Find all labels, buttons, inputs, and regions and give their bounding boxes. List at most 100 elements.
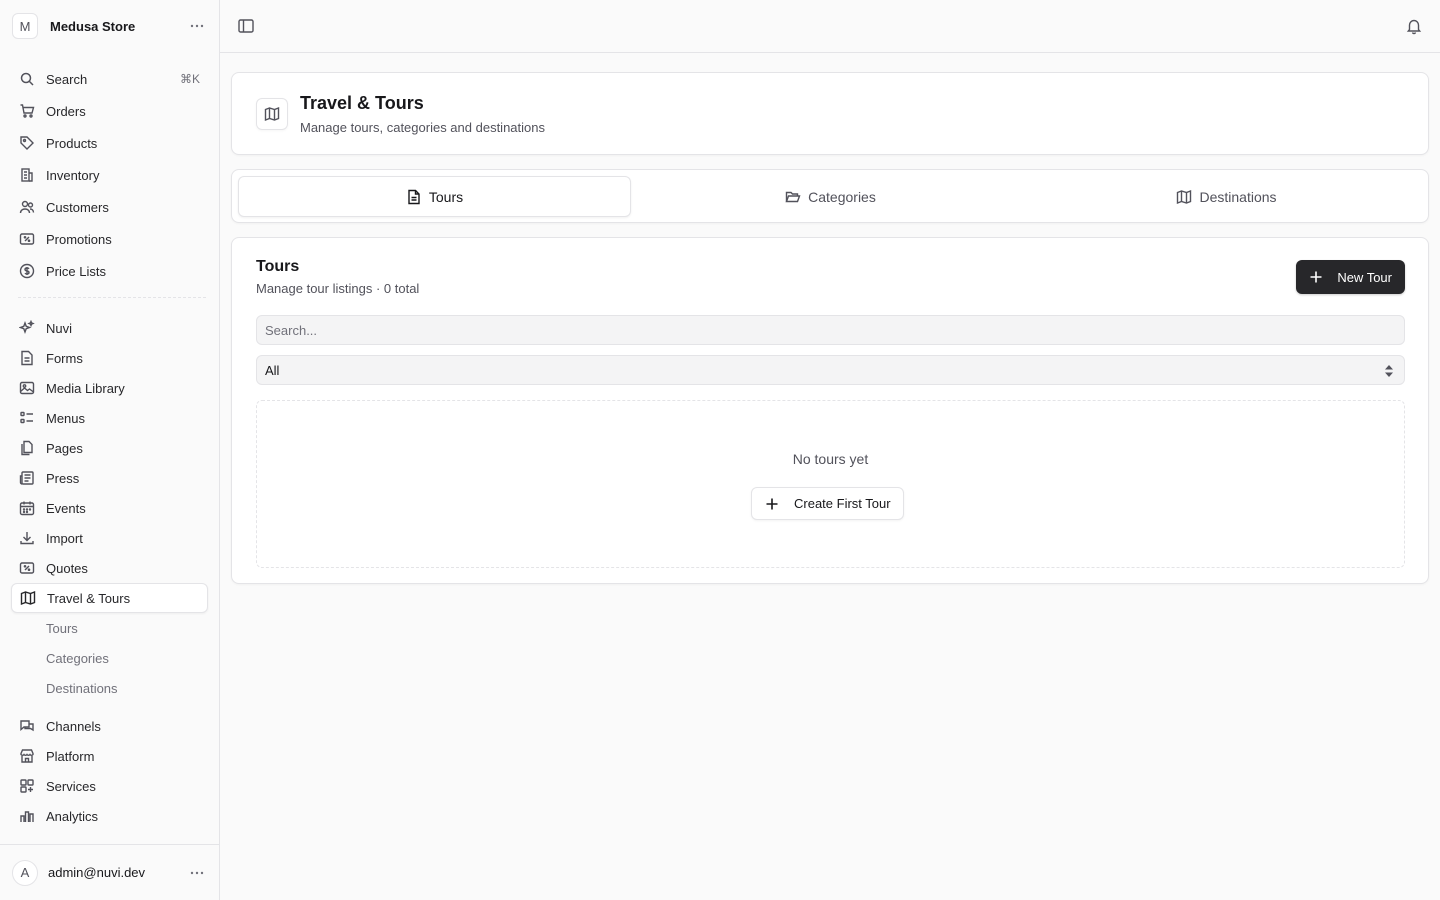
nav-analytics-label: Analytics <box>46 808 99 824</box>
nav-analytics[interactable]: Analytics <box>11 801 208 831</box>
user-avatar: A <box>12 859 38 886</box>
nav-media-library-label: Media Library <box>46 380 125 396</box>
tab-destinations-label: Destinations <box>1199 188 1277 205</box>
receipt-percent-icon <box>19 562 35 574</box>
nav-price-lists[interactable]: Price Lists <box>11 256 208 286</box>
building-icon <box>21 168 33 182</box>
nav-channels[interactable]: Channels <box>11 711 208 741</box>
nav-channels-label: Channels <box>46 718 101 734</box>
nav-menus-label: Menus <box>46 410 86 426</box>
search-input[interactable] <box>256 315 1405 345</box>
tabs-bar: Tours Categories Destinations <box>231 169 1429 223</box>
nav-platform-label: Platform <box>46 748 95 764</box>
nav-media-library[interactable]: Media Library <box>11 373 208 403</box>
nav-customers[interactable]: Customers <box>11 192 208 222</box>
tab-tours[interactable]: Tours <box>238 176 631 217</box>
nav-search-label: Search <box>46 71 88 87</box>
status-filter-select[interactable]: All <box>256 355 1405 385</box>
topbar <box>220 0 1440 53</box>
nav-events[interactable]: Events <box>11 493 208 523</box>
create-first-tour-button[interactable]: Create First Tour <box>751 487 904 520</box>
map-icon <box>1177 189 1192 204</box>
document-text-icon <box>21 350 33 366</box>
page-title: Travel & Tours <box>300 93 424 113</box>
page-subtitle: Manage tours, categories and destination… <box>300 120 545 135</box>
create-first-tour-label: Create First Tour <box>794 496 891 511</box>
arrow-down-tray-icon <box>20 532 34 545</box>
nav-forms[interactable]: Forms <box>11 343 208 373</box>
nav-sub-categories[interactable]: Categories <box>46 643 109 673</box>
plus-icon <box>766 498 778 509</box>
photo-icon <box>19 381 35 395</box>
nav-nuvi[interactable]: Nuvi <box>11 313 208 343</box>
nav-services[interactable]: Services <box>11 771 208 801</box>
nav-platform[interactable]: Platform <box>11 741 208 771</box>
buildings-icon <box>20 749 34 763</box>
map-icon <box>20 590 36 606</box>
nav-import[interactable]: Import <box>11 523 208 553</box>
tab-tours-label: Tours <box>428 188 464 205</box>
tab-categories[interactable]: Categories <box>634 176 1027 217</box>
nav-promotions-label: Promotions <box>46 231 112 247</box>
nav-search[interactable]: Search ⌘K <box>11 64 208 94</box>
receipt-percent-icon <box>19 233 35 245</box>
user-menu[interactable]: A admin@nuvi.dev <box>0 844 219 900</box>
nav-services-label: Services <box>46 778 96 794</box>
section-subtitle: Manage tour listings · 0 total <box>256 281 420 296</box>
chevron-up-down-icon <box>1385 365 1393 377</box>
tab-destinations[interactable]: Destinations <box>1030 176 1423 217</box>
tours-section: Tours Manage tour listings · 0 total New… <box>231 237 1429 584</box>
nav-orders-label: Orders <box>46 103 86 119</box>
store-menu-icon[interactable] <box>187 16 207 36</box>
cart-icon <box>20 104 35 118</box>
chart-bar-icon <box>20 811 34 822</box>
status-filter-value: All <box>265 362 280 378</box>
sidebar: M Medusa Store Search ⌘K Orders Products… <box>0 0 220 900</box>
nav-quotes-label: Quotes <box>46 560 88 576</box>
nav-products[interactable]: Products <box>11 128 208 158</box>
nav-quotes[interactable]: Quotes <box>11 553 208 583</box>
nav-events-label: Events <box>46 500 86 516</box>
search-shortcut: ⌘K <box>179 72 200 86</box>
document-duplicate-icon <box>21 440 33 456</box>
folder-open-icon <box>785 191 801 202</box>
user-email: admin@nuvi.dev <box>48 865 146 880</box>
nav-divider <box>18 297 206 298</box>
plus-icon <box>1310 271 1322 283</box>
nav-customers-label: Customers <box>46 199 109 215</box>
nav-promotions[interactable]: Promotions <box>11 224 208 254</box>
list-bullet-icon <box>20 411 33 424</box>
nav-travel-tours-label: Travel & Tours <box>47 590 131 606</box>
squares-plus-icon <box>20 779 34 793</box>
nav-orders[interactable]: Orders <box>11 96 208 126</box>
nav-travel-tours[interactable]: Travel & Tours <box>11 583 208 613</box>
nav-inventory[interactable]: Inventory <box>11 160 208 190</box>
nav-sub-destinations[interactable]: Destinations <box>46 673 118 703</box>
search-icon <box>20 72 34 86</box>
nav-pages[interactable]: Pages <box>11 433 208 463</box>
store-avatar: M <box>12 13 38 39</box>
users-icon <box>19 200 35 214</box>
nav-menus[interactable]: Menus <box>11 403 208 433</box>
empty-state: No tours yet Create First Tour <box>256 400 1405 568</box>
document-icon <box>408 189 420 204</box>
tab-categories-label: Categories <box>808 188 876 205</box>
nav-sub-tours[interactable]: Tours <box>46 613 78 643</box>
newspaper-icon <box>19 471 34 485</box>
nav-import-label: Import <box>46 530 83 546</box>
tag-icon <box>20 136 34 150</box>
nav-press[interactable]: Press <box>11 463 208 493</box>
chat-bubbles-icon <box>20 720 34 732</box>
store-switcher[interactable]: M Medusa Store <box>0 0 219 52</box>
map-icon <box>256 98 288 130</box>
nav-price-lists-label: Price Lists <box>46 263 106 279</box>
user-menu-icon[interactable] <box>187 863 207 883</box>
notifications-bell-icon[interactable] <box>1405 17 1423 35</box>
store-name: Medusa Store <box>50 18 136 34</box>
new-tour-label: New Tour <box>1337 269 1392 285</box>
nav-products-label: Products <box>46 135 98 151</box>
sidebar-toggle-icon[interactable] <box>237 17 255 35</box>
calendar-icon <box>19 501 35 516</box>
new-tour-button[interactable]: New Tour <box>1296 260 1405 294</box>
section-title: Tours <box>256 258 300 275</box>
